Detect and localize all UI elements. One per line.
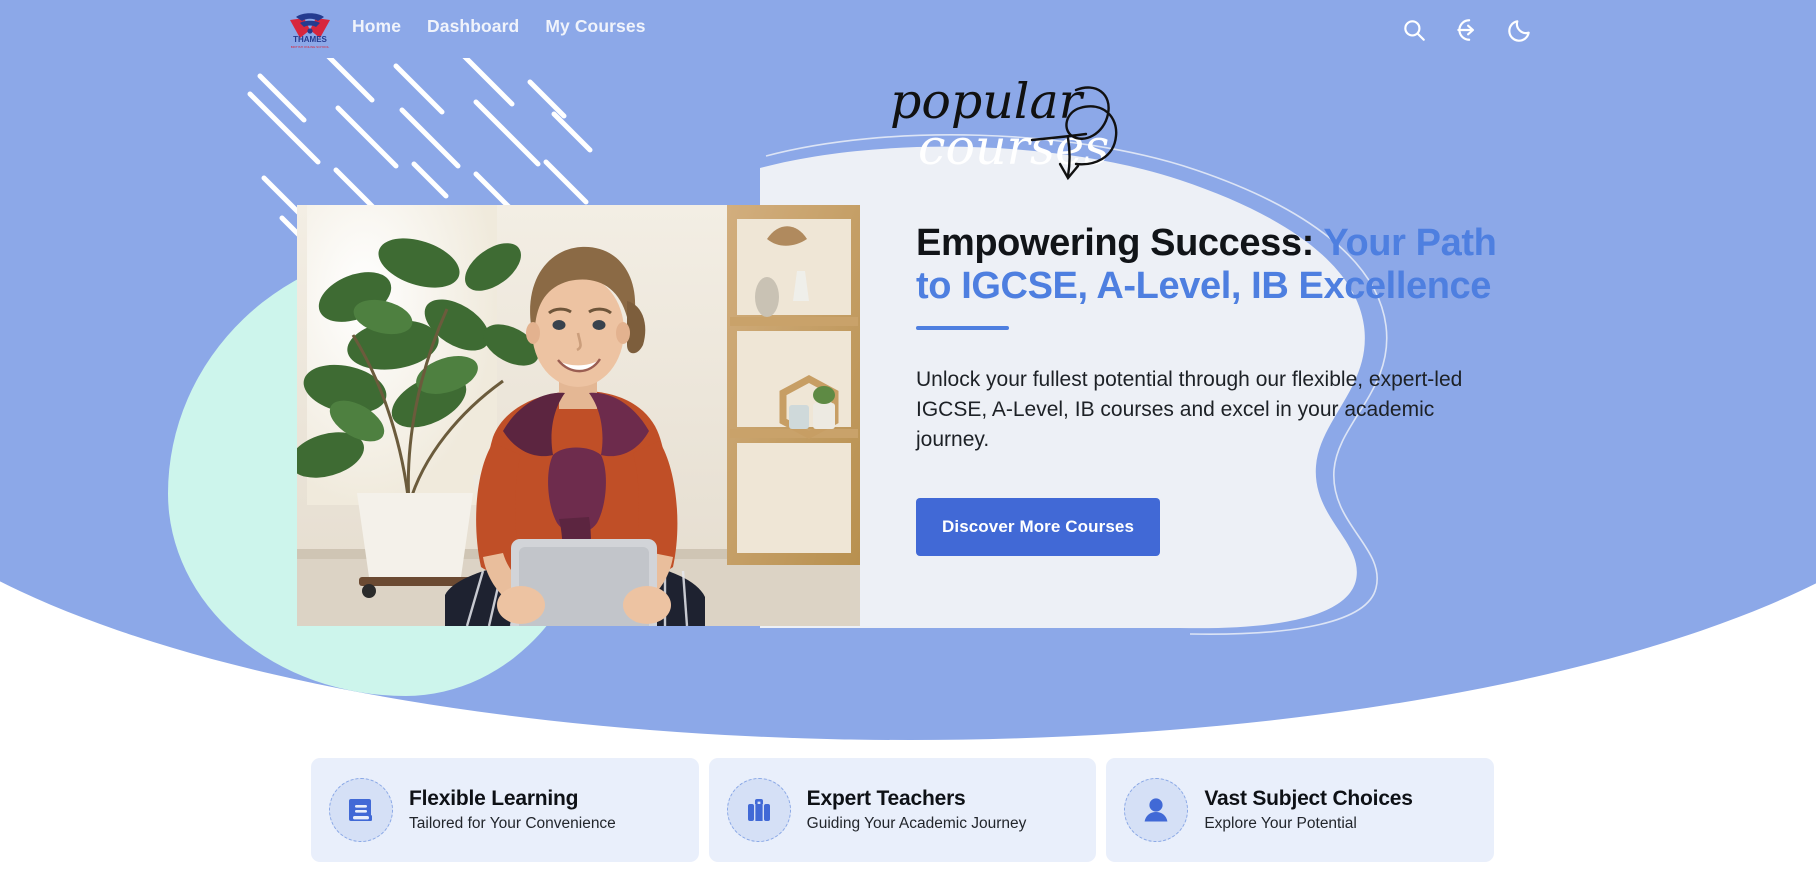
hero-heading-accent-line2: to IGCSE, A-Level, IB Excellence (916, 264, 1491, 307)
feature-card-expert-teachers[interactable]: Expert Teachers Guiding Your Academic Jo… (708, 758, 1097, 862)
nav-dashboard[interactable]: Dashboard (427, 16, 519, 37)
hero-heading-accent-line1: Your Path (1323, 222, 1497, 264)
nav-my-courses[interactable]: My Courses (545, 16, 645, 37)
briefcase-icon (726, 778, 791, 842)
title-underline-rule (916, 326, 1009, 331)
discover-more-courses-button[interactable]: Discover More Courses (916, 497, 1161, 556)
hero-photo (297, 205, 860, 626)
feature-card-flexible-learning[interactable]: Flexible Learning Tailored for Your Conv… (311, 758, 699, 862)
hero-heading-dark: Empowering Success: (916, 222, 1314, 264)
thames-wing-logo[interactable]: THAMES BRITISH ONLINE SCHOOL (288, 8, 332, 50)
hero-content: Empowering Success: Your Path to IGCSE, … (916, 222, 1516, 556)
book-icon (329, 778, 393, 842)
header-actions (1401, 17, 1533, 43)
logo-wordmark: THAMES (293, 35, 327, 44)
feature-cards-container: Flexible Learning Tailored for Your Conv… (296, 748, 1509, 872)
script-courses-text: courses (918, 119, 1109, 176)
main-navigation: Home Dashboard My Courses (352, 16, 646, 37)
feature-title: Flexible Learning (409, 787, 579, 810)
feature-card-vast-subject-choices[interactable]: Vast Subject Choices Explore Your Potent… (1106, 758, 1495, 862)
search-icon[interactable] (1401, 17, 1427, 43)
feature-card-text: Expert Teachers Guiding Your Academic Jo… (807, 787, 1027, 833)
site-header: THAMES BRITISH ONLINE SCHOOL Home Dashbo… (0, 0, 1816, 62)
feature-subtitle: Tailored for Your Convenience (409, 815, 616, 832)
popular-courses-script-art: popular courses (890, 72, 1130, 182)
dark-mode-moon-icon[interactable] (1507, 17, 1533, 43)
hero-paragraph: Unlock your fullest potential through ou… (916, 368, 1463, 451)
nav-home[interactable]: Home (352, 16, 401, 37)
feature-title: Expert Teachers (806, 787, 966, 810)
page-title: Empowering Success: Your Path to IGCSE, … (916, 222, 1516, 307)
logo-tagline: BRITISH ONLINE SCHOOL (291, 45, 330, 49)
page-root: popular courses THAMES BRITISH ONLINE SC… (0, 0, 1816, 872)
user-icon (1124, 778, 1189, 842)
feature-card-text: Flexible Learning Tailored for Your Conv… (409, 787, 616, 833)
feature-card-text: Vast Subject Choices Explore Your Potent… (1204, 787, 1413, 833)
login-icon[interactable] (1454, 17, 1480, 43)
feature-title: Vast Subject Choices (1204, 787, 1413, 810)
feature-subtitle: Guiding Your Academic Journey (806, 815, 1027, 832)
feature-subtitle: Explore Your Potential (1204, 815, 1357, 832)
